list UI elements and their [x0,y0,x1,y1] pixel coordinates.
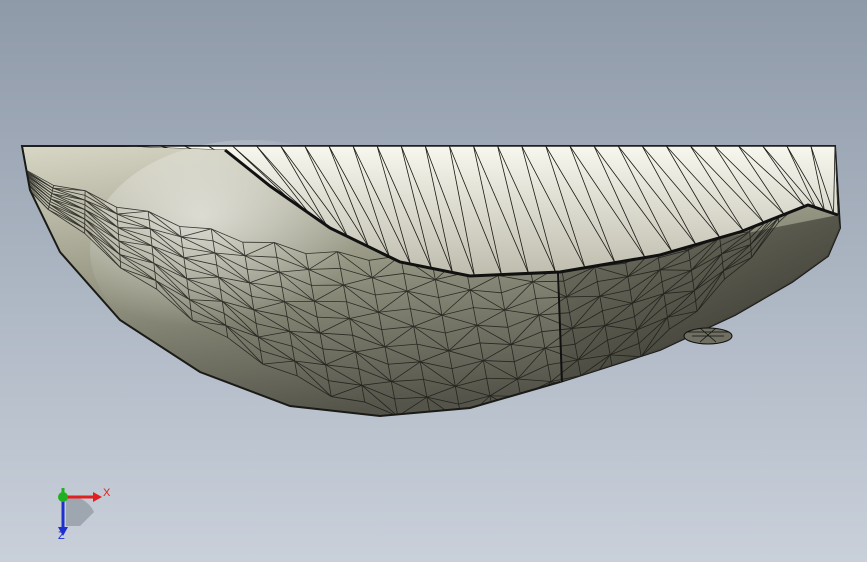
mesh-edge [580,375,584,392]
mesh-edge [20,168,21,169]
mesh-edge [430,414,463,416]
mesh-edge [660,269,692,271]
mesh-edge [523,397,555,414]
x-axis-label: X [103,487,111,499]
mesh-edge [12,172,13,173]
mesh-edge [16,170,17,171]
bottom-feature [683,327,733,345]
mesh-edge [14,171,15,172]
z-axis-label: Z [58,530,65,542]
coordinate-triad: X Z [48,482,111,544]
mesh-edge [397,414,431,416]
mesh-edge [13,172,14,173]
mesh-edge [550,381,584,392]
triad-icon [58,488,102,536]
mesh-model[interactable] [0,0,867,562]
mesh-edge [489,395,525,414]
mesh-edge [18,170,19,171]
mesh-edge [553,391,584,399]
mesh-edge [19,169,20,170]
mesh-edge [15,171,16,172]
mesh-edge [520,396,525,414]
mesh-edge [47,206,50,210]
graphics-viewport[interactable]: X Z [0,0,867,562]
mesh-edge [22,167,23,169]
mesh-edge [51,188,54,191]
mesh-edge [461,413,494,416]
